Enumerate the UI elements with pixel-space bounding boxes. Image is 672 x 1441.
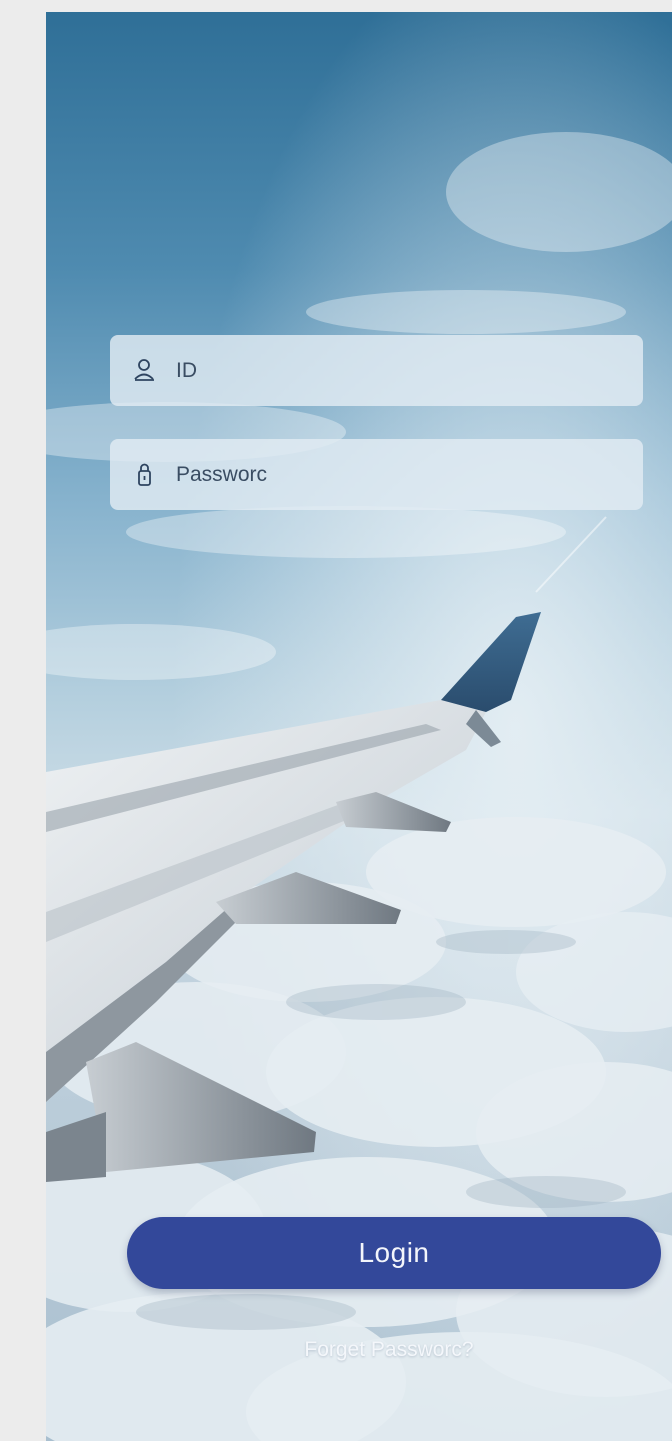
id-input[interactable]	[176, 335, 616, 406]
login-button[interactable]: Login	[127, 1217, 661, 1289]
forget-password-link[interactable]: Forget Passworc?	[46, 1338, 672, 1362]
password-field[interactable]	[110, 439, 643, 510]
login-screen: Login Forget Passworc?	[46, 12, 672, 1441]
id-field[interactable]	[110, 335, 643, 406]
user-icon	[134, 359, 154, 381]
password-input[interactable]	[176, 439, 616, 510]
lock-icon	[138, 463, 151, 486]
